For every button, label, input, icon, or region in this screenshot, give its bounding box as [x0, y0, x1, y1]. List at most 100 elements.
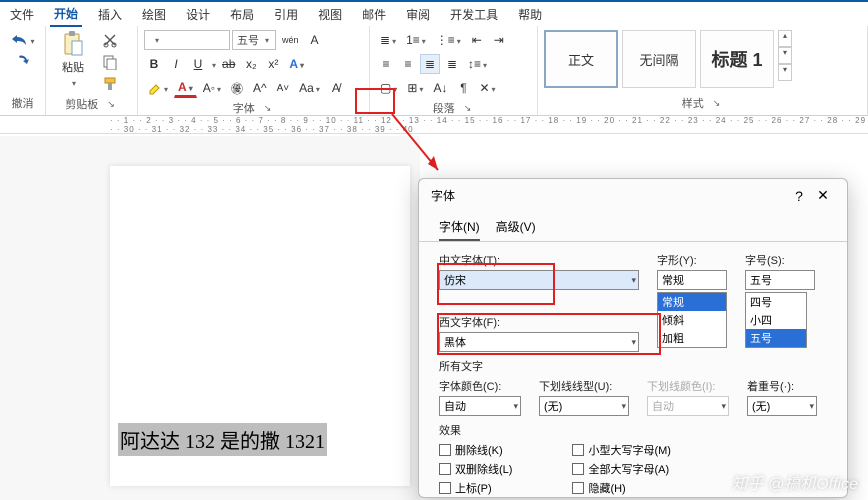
chk-double-strike[interactable]: 双删除线(L) — [439, 461, 512, 477]
superscript-button[interactable]: x² — [263, 54, 283, 74]
bullets-button[interactable]: ≣ — [376, 30, 400, 50]
menu-ref[interactable]: 引用 — [270, 3, 302, 26]
document-page[interactable]: 阿达达 132 是的撒 1321 — [110, 166, 410, 486]
change-case-button[interactable]: Aa — [295, 78, 324, 98]
menu-insert[interactable]: 插入 — [94, 3, 126, 26]
borders-button[interactable]: ⊞ — [403, 78, 427, 98]
list-item[interactable]: 常规 — [658, 293, 726, 311]
all-text-section: 所有文字 — [439, 358, 827, 374]
style-normal[interactable]: 正文 — [544, 30, 618, 88]
show-marks-button[interactable]: ¶ — [453, 78, 473, 98]
horizontal-ruler[interactable]: · · 1 · · 2 · · 3 · · 4 · · 5 · · 6 · · … — [0, 116, 868, 134]
list-item[interactable]: 五号 — [746, 329, 806, 347]
font-size-list[interactable]: 四号 小四 五号 — [745, 292, 807, 348]
enclose-char-button[interactable]: ㊝ — [227, 78, 247, 98]
clear-format-button[interactable]: A̸ — [326, 78, 346, 98]
style-heading1[interactable]: 标题 1 — [700, 30, 774, 88]
dec-indent-button[interactable]: ⇤ — [467, 30, 487, 50]
document-area[interactable]: 阿达达 132 是的撒 1321 — [0, 136, 420, 500]
clipboard-launcher[interactable]: ↘ — [104, 97, 118, 112]
paste-caret-icon[interactable] — [70, 77, 76, 89]
asian-layout-button[interactable]: ✕ — [475, 78, 499, 98]
watermark: 知乎 @搞机Office — [732, 470, 858, 494]
bold-button[interactable]: B — [144, 54, 164, 74]
tab-advanced[interactable]: 高级(V) — [496, 212, 536, 241]
font-size-input[interactable]: 五号 — [745, 270, 815, 290]
italic-button[interactable]: I — [166, 54, 186, 74]
copy-button[interactable] — [98, 52, 122, 72]
menu-review[interactable]: 审阅 — [402, 3, 434, 26]
chk-strike[interactable]: 删除线(K) — [439, 442, 512, 458]
chevron-down-icon — [263, 34, 269, 46]
redo-button[interactable] — [11, 52, 35, 72]
underline-caret[interactable] — [210, 55, 216, 73]
font-name-combo[interactable] — [144, 30, 230, 50]
undo-button[interactable] — [6, 30, 38, 50]
dialog-help-button[interactable]: ? — [787, 188, 811, 204]
menu-mail[interactable]: 邮件 — [358, 3, 390, 26]
chk-superscript[interactable]: 上标(P) — [439, 480, 512, 496]
chk-smallcaps[interactable]: 小型大写字母(M) — [572, 442, 671, 458]
inc-indent-button[interactable]: ⇥ — [489, 30, 509, 50]
strike-button[interactable]: ab — [218, 54, 239, 74]
list-item[interactable]: 小四 — [746, 311, 806, 329]
emphasis-combo[interactable]: (无)▾ — [747, 396, 817, 416]
paragraph-launcher[interactable]: ↘ — [461, 101, 475, 116]
font-color-label: 字体颜色(C): — [439, 378, 521, 394]
cut-button[interactable] — [98, 30, 122, 50]
list-item[interactable]: 四号 — [746, 293, 806, 311]
numbering-button[interactable]: 1≡ — [402, 30, 430, 50]
tab-font[interactable]: 字体(N) — [439, 212, 480, 241]
dialog-close-button[interactable]: ✕ — [811, 187, 835, 204]
align-dist-button[interactable]: ≣ — [442, 54, 462, 74]
underline-type-combo[interactable]: (无)▾ — [539, 396, 629, 416]
text-effects-button[interactable]: A — [285, 54, 308, 74]
align-center-button[interactable]: ≡ — [398, 54, 418, 74]
font-color-button[interactable]: A — [174, 78, 197, 98]
style-gallery-more[interactable]: ▾ — [778, 64, 792, 81]
menu-draw[interactable]: 绘图 — [138, 3, 170, 26]
font-color-combo[interactable]: 自动▾ — [439, 396, 521, 416]
list-item[interactable]: 倾斜 — [658, 311, 726, 329]
list-item[interactable]: 加粗 — [658, 329, 726, 347]
menu-dev[interactable]: 开发工具 — [446, 3, 502, 26]
menu-design[interactable]: 设计 — [182, 3, 214, 26]
style-scroll-up[interactable]: ▴ — [778, 30, 792, 47]
char-border-button[interactable]: A — [305, 30, 325, 50]
font-launcher[interactable]: ↘ — [261, 101, 275, 116]
clipboard-group-label: 剪贴板 — [65, 96, 98, 112]
format-painter-button[interactable] — [98, 74, 122, 94]
west-font-combo[interactable]: 黑体▾ — [439, 332, 639, 352]
menu-view[interactable]: 视图 — [314, 3, 346, 26]
highlight-button[interactable] — [144, 78, 172, 98]
menu-file[interactable]: 文件 — [6, 3, 38, 26]
style-scroll-down[interactable]: ▾ — [778, 47, 792, 64]
chk-allcaps[interactable]: 全部大写字母(A) — [572, 461, 671, 477]
multilevel-button[interactable]: ⋮≡ — [432, 30, 465, 50]
sort-button[interactable]: A↓ — [429, 78, 451, 98]
chevron-down-icon: ▾ — [631, 275, 636, 286]
phonetic-guide-button[interactable]: wén — [278, 30, 303, 50]
paste-button[interactable]: 粘贴 — [52, 30, 94, 90]
font-style-list[interactable]: 常规 倾斜 加粗 — [657, 292, 727, 348]
line-spacing-button[interactable]: ↕≡ — [464, 54, 491, 74]
grow-font-button[interactable]: A^ — [249, 78, 271, 98]
menu-help[interactable]: 帮助 — [514, 3, 546, 26]
chevron-down-icon — [153, 34, 159, 46]
underline-button[interactable]: U — [188, 54, 208, 74]
styles-launcher[interactable]: ↘ — [710, 96, 724, 111]
font-size-combo[interactable]: 五号 — [232, 30, 276, 50]
menu-home[interactable]: 开始 — [50, 2, 82, 27]
subscript-button[interactable]: x₂ — [241, 54, 261, 74]
menu-layout[interactable]: 布局 — [226, 3, 258, 26]
cn-font-combo[interactable]: 仿宋▾ — [439, 270, 639, 290]
char-shading-button[interactable]: A◦ — [199, 78, 225, 98]
selected-text[interactable]: 阿达达 132 是的撒 1321 — [118, 423, 327, 456]
shading-button[interactable]: ▢ — [376, 78, 401, 98]
align-left-button[interactable]: ≡ — [376, 54, 396, 74]
chk-hidden[interactable]: 隐藏(H) — [572, 480, 671, 496]
shrink-font-button[interactable]: A˅ — [273, 78, 294, 98]
font-style-input[interactable]: 常规 — [657, 270, 727, 290]
style-nospace[interactable]: 无间隔 — [622, 30, 696, 88]
align-justify-button[interactable]: ≣ — [420, 54, 440, 74]
